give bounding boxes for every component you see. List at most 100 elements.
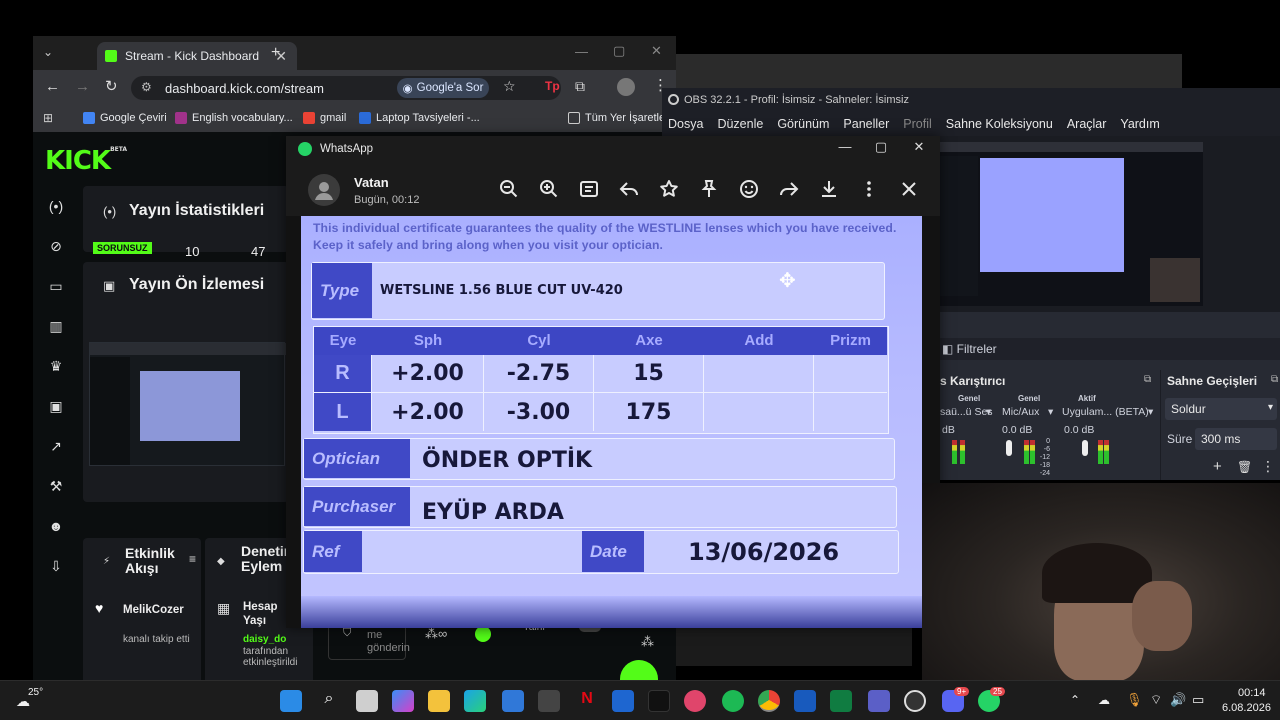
star-icon[interactable] <box>658 178 680 200</box>
menu-yardim[interactable]: Yardım <box>1120 117 1159 131</box>
tab-search-icon[interactable]: ⌄ <box>43 45 53 59</box>
channel-dropdown-icon[interactable]: ▾ <box>986 406 991 418</box>
volume-icon[interactable]: 🔊 <box>1170 692 1186 708</box>
tab-kick-dashboard[interactable]: Stream - Kick Dashboard ✕ <box>97 42 297 70</box>
zoom-in-icon[interactable] <box>538 178 560 200</box>
nav-users-icon[interactable]: ☻ <box>47 518 65 536</box>
battery-icon[interactable]: ▭ <box>1192 692 1204 708</box>
menu-profil[interactable]: Profil <box>903 117 931 131</box>
address-bar[interactable]: ⚙ dashboard.kick.com/stream <box>131 76 561 100</box>
forward-icon[interactable]: → <box>75 78 90 95</box>
extension-tp-icon[interactable]: Tp <box>545 79 560 93</box>
nav-window-icon[interactable]: ▭ <box>47 278 65 296</box>
nav-link-icon[interactable]: ⊘ <box>47 238 65 256</box>
activity-menu-icon[interactable]: ≡ <box>189 552 196 566</box>
chrome-icon[interactable] <box>758 690 780 712</box>
filters-button[interactable]: ◧ Filtreler <box>942 342 997 356</box>
contact-avatar[interactable] <box>308 174 340 206</box>
bookmark-english-vocab[interactable]: English vocabulary... <box>175 112 293 124</box>
app-icon[interactable] <box>538 690 560 712</box>
more-options-icon[interactable] <box>858 178 880 200</box>
menu-dosya[interactable]: Dosya <box>668 117 703 131</box>
copilot-icon[interactable] <box>392 690 414 712</box>
bookmark-laptop[interactable]: Laptop Tavsiyeleri -... <box>359 112 480 124</box>
nav-chart-icon[interactable]: ▥ <box>47 318 65 336</box>
start-icon[interactable] <box>280 690 302 712</box>
volume-slider[interactable] <box>1082 440 1088 456</box>
menu-paneller[interactable]: Paneller <box>843 117 889 131</box>
reply-icon[interactable] <box>618 178 640 200</box>
reload-icon[interactable]: ↻ <box>105 77 118 95</box>
clock-time[interactable]: 00:14 <box>1238 687 1266 699</box>
clock-date[interactable]: 6.08.2026 <box>1222 702 1271 714</box>
menu-duzenle[interactable]: Düzenle <box>717 117 763 131</box>
menu-gorunum[interactable]: Görünüm <box>777 117 829 131</box>
maximize-icon[interactable]: ▢ <box>866 139 896 159</box>
nav-trophy-icon[interactable]: ♛ <box>47 358 65 376</box>
kick-logo[interactable]: KICKBETA <box>45 146 127 176</box>
maximize-icon[interactable]: ▢ <box>613 43 625 59</box>
stream-preview[interactable] <box>89 342 286 466</box>
duration-input[interactable]: 300 ms <box>1195 428 1277 450</box>
close-viewer-icon[interactable] <box>898 178 920 200</box>
file-explorer-icon[interactable] <box>428 690 450 712</box>
moderation-user[interactable]: daisy_do <box>243 634 286 645</box>
excel-icon[interactable] <box>830 690 852 712</box>
obs-preview-canvas[interactable] <box>938 142 1203 306</box>
activity-user[interactable]: MelikCozer <box>123 604 184 616</box>
nav-upload-icon[interactable]: ⇩ <box>47 558 65 576</box>
word-icon[interactable] <box>794 690 816 712</box>
google-sor-button[interactable]: ◉ Google'a Sor <box>397 78 489 98</box>
nav-wrench-icon[interactable]: ⚒ <box>47 478 65 496</box>
bookmark-gmail[interactable]: gmail <box>303 112 346 124</box>
emote-picker-icon[interactable]: ⁂ <box>641 634 654 650</box>
channel-dropdown-icon[interactable]: ▾ <box>1048 406 1053 418</box>
close-window-icon[interactable]: ✕ <box>904 139 934 159</box>
task-view-icon[interactable] <box>356 690 378 712</box>
minimize-icon[interactable]: — <box>575 44 588 59</box>
bookmark-all[interactable]: Tüm Yer İşaretler <box>568 112 669 124</box>
tiktok-icon[interactable] <box>648 690 670 712</box>
menu-sahne-koleksiyonu[interactable]: Sahne Koleksiyonu <box>946 117 1053 131</box>
apps-grid-icon[interactable]: ⊞ <box>43 111 53 125</box>
close-window-icon[interactable]: ✕ <box>651 43 662 59</box>
nav-analytics-icon[interactable]: ↗ <box>47 438 65 456</box>
minimize-icon[interactable]: — <box>830 139 860 159</box>
wifi-icon[interactable]: ⌔ <box>1150 692 1162 708</box>
bookmark-star-icon[interactable]: ☆ <box>503 78 516 95</box>
kick-emote-icon[interactable] <box>475 626 491 642</box>
nav-video-icon[interactable]: ▣ <box>47 398 65 416</box>
new-tab-icon[interactable]: + <box>271 44 280 62</box>
menu-araclar[interactable]: Araçlar <box>1067 117 1107 131</box>
zoom-out-icon[interactable] <box>498 178 520 200</box>
channel-dropdown-icon[interactable]: ▾ <box>1148 406 1153 418</box>
add-icon[interactable]: + <box>1213 458 1222 475</box>
chevron-up-icon[interactable]: ⌃ <box>1070 693 1080 707</box>
emote-icon[interactable]: ⁂∞ <box>425 626 447 642</box>
go-live-button[interactable] <box>620 660 658 680</box>
transition-select[interactable]: Soldur ▾ <box>1165 398 1277 420</box>
profile-avatar[interactable] <box>617 78 635 96</box>
download-icon[interactable] <box>818 178 840 200</box>
undock-icon[interactable]: ⧉ <box>1271 374 1278 385</box>
pin-icon[interactable] <box>698 178 720 200</box>
go-to-message-icon[interactable] <box>578 178 600 200</box>
obs-icon[interactable] <box>904 690 926 712</box>
bookmark-google-translate[interactable]: Google Çeviri <box>83 112 167 124</box>
nav-live-icon[interactable]: (•) <box>47 198 65 216</box>
search-icon[interactable]: ⌕ <box>318 690 340 712</box>
more-icon[interactable]: ⋮ <box>1261 458 1275 475</box>
extensions-icon[interactable]: ⧉ <box>575 78 585 95</box>
edge-icon[interactable] <box>464 690 486 712</box>
undock-icon[interactable]: ⧉ <box>1144 374 1151 385</box>
emoji-icon[interactable] <box>738 178 760 200</box>
certificate-photo[interactable]: This individual certificate guarantees t… <box>301 216 922 628</box>
cloud-icon[interactable]: ☁ <box>1098 693 1110 707</box>
app-icon[interactable] <box>684 690 706 712</box>
store-icon[interactable] <box>502 690 524 712</box>
app-icon[interactable] <box>612 690 634 712</box>
teams-icon[interactable] <box>868 690 890 712</box>
volume-slider[interactable] <box>1006 440 1012 456</box>
back-icon[interactable]: ← <box>45 78 60 95</box>
site-info-icon[interactable]: ⚙ <box>141 80 152 94</box>
